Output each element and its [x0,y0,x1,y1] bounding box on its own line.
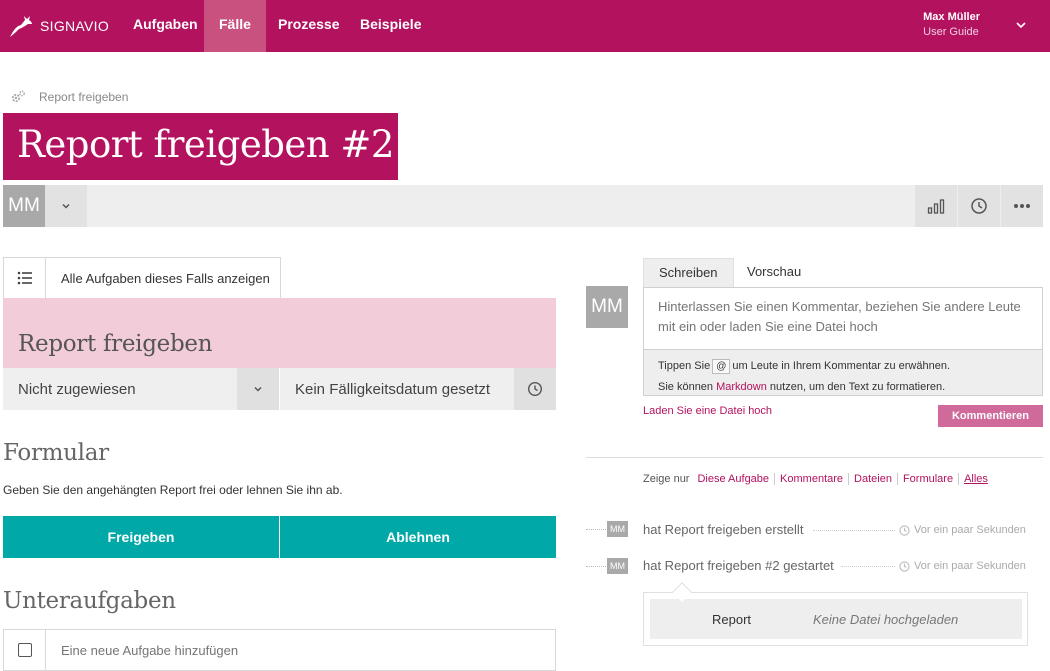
form-heading: Formular [3,440,109,466]
activity-time-label: Vor ein paar Sekunden [914,524,1026,536]
markdown-help-suffix: nutzen, um den Text zu formatieren. [769,381,946,393]
assignee-dropdown-button[interactable] [45,185,87,227]
attachment-row[interactable]: Report Keine Datei hochgeladen [650,599,1022,639]
user-name: Max Müller [923,11,980,23]
clock-icon [971,198,987,214]
nav-item-prozesse[interactable]: Prozesse [263,0,354,52]
activity-avatar: MM [607,558,628,574]
subtasks-heading: Unteraufgaben [3,588,176,614]
filter-kommentare[interactable]: Kommentare [775,473,850,485]
bar-chart-icon [927,199,945,214]
subtask-checkbox-cell[interactable] [4,630,46,670]
due-date-value: Kein Fälligkeitsdatum gesetzt [295,380,491,398]
breadcrumb-label[interactable]: Report freigeben [39,90,128,104]
chevron-down-icon[interactable] [1014,18,1028,32]
show-all-tasks-button[interactable]: Alle Aufgaben dieses Falls anzeigen [3,257,281,299]
signavio-logo[interactable]: SIGNAVIO [8,12,109,40]
due-date-picker-button[interactable] [514,368,556,410]
markdown-help-prefix: Sie können [658,381,714,393]
nav-item-aufgaben[interactable]: Aufgaben [118,0,213,52]
due-date-field[interactable]: Kein Fälligkeitsdatum gesetzt [280,368,514,410]
at-symbol-chip: @ [712,359,731,374]
mention-help-prefix: Tippen Sie [658,360,711,372]
chevron-down-icon [62,203,70,209]
history-button[interactable] [958,185,1000,227]
assignee-value: Nicht zugewiesen [18,380,136,398]
markdown-help: Sie können Markdown nutzen, um den Text … [658,377,1028,398]
divider [586,457,1043,458]
nav-item-beispiele[interactable]: Beispiele [345,0,436,52]
chevron-down-icon [254,386,262,392]
attachment-card: Report Keine Datei hochgeladen [643,592,1028,646]
comment-editor [643,287,1043,350]
markdown-link[interactable]: Markdown [716,381,767,393]
user-menu[interactable]: Max Müller User Guide [923,11,980,38]
clock-icon [899,560,910,572]
page-title: Report freigeben #2 [17,123,394,166]
breadcrumb: Report freigeben [10,89,128,105]
avatar[interactable]: MM [3,185,45,227]
statistics-button[interactable] [915,185,957,227]
mention-help-suffix: um Leute in Ihrem Kommentar zu erwähnen. [732,360,951,372]
case-title-block: Report freigeben #2 [3,113,398,180]
attachment-status: Keine Datei hochgeladen [813,611,959,627]
filter-diese-aufgabe[interactable]: Diese Aufgabe [692,473,776,485]
activity-connector [586,529,606,530]
assignee-select[interactable]: Nicht zugewiesen [3,368,237,410]
more-options-button[interactable] [1001,185,1043,227]
upload-file-link[interactable]: Laden Sie eine Datei hoch [643,405,772,417]
comment-input[interactable] [644,288,1042,349]
form-description: Geben Sie den angehängten Report frei od… [3,483,343,497]
submit-comment-button[interactable]: Kommentieren [938,405,1043,427]
activity-avatar: MM [607,521,628,537]
filter-dateien[interactable]: Dateien [849,473,898,485]
assignee-dropdown-toggle[interactable] [237,368,279,410]
filter-prefix: Zeige nur [643,473,690,485]
comment-avatar: MM [586,286,628,328]
tab-schreiben[interactable]: Schreiben [643,258,734,288]
filter-alles[interactable]: Alles [959,473,993,485]
activity-text: hat Report freigeben #2 gestartet [643,558,834,573]
ellipsis-icon [1014,204,1030,208]
approve-button[interactable]: Freigeben [3,516,279,558]
gazelle-logo-icon [10,16,32,37]
attachment-label: Report [711,611,752,627]
clock-icon [899,524,910,536]
nav-item-faelle[interactable]: Fälle [204,0,266,52]
show-all-tasks-label: Alle Aufgaben dieses Falls anzeigen [61,270,270,286]
activity-filter: Zeige nur Diese Aufgabe Kommentare Datei… [643,473,993,485]
activity-connector [586,566,606,567]
activity-time-label: Vor ein paar Sekunden [914,560,1026,572]
user-subtitle: User Guide [923,26,979,38]
mention-help: Tippen Sie @ um Leute in Ihrem Kommentar z… [658,356,1028,377]
list-icon [4,257,46,299]
activity-time: Vor ein paar Sekunden [899,524,1026,536]
task-title: Report freigeben [18,331,213,357]
case-toolbar [3,185,1043,227]
activity-time: Vor ein paar Sekunden [899,560,1026,572]
activity-dotted-line [841,566,895,567]
comment-help: Tippen Sie @ um Leute in Ihrem Kommentar z… [643,349,1043,396]
new-subtask-row [3,629,556,671]
reject-button[interactable]: Ablehnen [280,516,556,558]
clock-icon [527,381,543,397]
checkbox-icon[interactable] [17,643,32,657]
filter-formulare[interactable]: Formulare [898,473,960,485]
activity-dotted-line [813,530,895,531]
task-header: Report freigeben [3,298,556,368]
activity-text: hat Report freigeben erstellt [643,522,804,537]
new-subtask-input[interactable] [46,630,555,670]
brand-name: SIGNAVIO [40,18,110,34]
tab-vorschau[interactable]: Vorschau [732,258,816,288]
gears-icon [11,90,25,103]
